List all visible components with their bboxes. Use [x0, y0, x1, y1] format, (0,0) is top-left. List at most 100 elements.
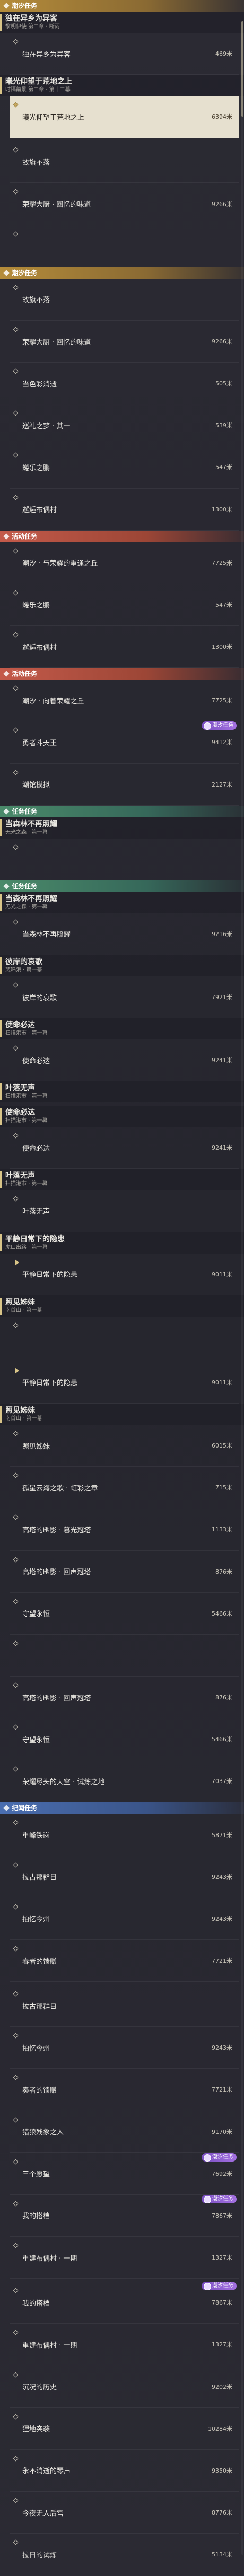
step-label: 奏者的馈赠 [22, 2086, 57, 2095]
quest-step-row[interactable] [10, 225, 239, 267]
quest-step-row[interactable]: 使命必达 9241米 [10, 1039, 239, 1082]
quest-step-row[interactable]: 三个愿望 潮汐任务 7692米 [10, 2152, 239, 2195]
quest-step-row[interactable]: 蜷乐之鹏 547米 [10, 446, 239, 489]
quest-step-row[interactable]: 曦光仰望于荒地之上 6394米 [10, 96, 239, 138]
quest-step-row[interactable]: 潮馆模拟 2127米 [10, 764, 239, 806]
quest-step-row[interactable]: 守望永恒 5466米 [10, 1593, 239, 1635]
quest-step-row[interactable]: 拍忆今州 9243米 [10, 2027, 239, 2069]
quest-step-row[interactable]: 照见姊妹 6015米 [10, 1425, 239, 1467]
quest-header[interactable]: 叶落无声 扫描港市 · 第一幕 [0, 1081, 244, 1103]
quest-header[interactable]: 曦光仰望于荒地之上 时隔前景 第二章 · 第十二幕 [0, 75, 244, 96]
step-label: 潮馆模拟 [22, 781, 50, 790]
step-label: 三个愿望 [22, 2171, 50, 2179]
step-diamond-icon [13, 1766, 19, 1772]
quest-step-row[interactable]: 平静日常下的隐患 9011米 [10, 1254, 239, 1295]
quest-step-row[interactable]: 彼岸的哀歌 7921米 [10, 976, 239, 1019]
quest-step-row[interactable]: 拍忆今州 9243米 [10, 1898, 239, 1940]
step-label: 重建布偶村 · 一期 [22, 2341, 77, 2350]
quest-step-row[interactable]: 今夜无人后宫 8776米 [10, 2492, 239, 2534]
quest-step-row[interactable]: 独在异乡为异客 469米 [10, 33, 239, 75]
step-diamond-icon [13, 2456, 19, 2462]
quest-step-row[interactable]: 勇者斗天王 潮汐任务 9412米 [10, 721, 239, 764]
quest-step-row[interactable] [10, 839, 239, 880]
quest-header[interactable]: 当森林不再照耀 无光之森 · 第一幕 [0, 817, 244, 839]
step-distance: 9243米 [212, 1873, 232, 1881]
quest-header[interactable]: 使命必达 扫描港市 · 第一幕 [0, 1018, 244, 1040]
quest-header[interactable]: 照见姊妹 南首山 · 第一幕 [0, 1404, 244, 1425]
quest-step-row[interactable]: 守望永恒 5466米 [10, 1718, 239, 1761]
quest-step-row[interactable]: 当色彩消逝 505米 [10, 363, 239, 405]
step-label: 孤星云海之歌 · 虹彩之章 [22, 1484, 98, 1493]
quest-step-row[interactable]: 永不消逝的琴声 9350米 [10, 2450, 239, 2492]
step-diamond-icon [13, 1599, 19, 1604]
quest-step-row[interactable]: 蜷乐之鹏 547米 [10, 584, 239, 627]
quest-step-row[interactable]: 当森林不再照耀 9216米 [10, 913, 239, 955]
quest-step-row[interactable]: 拉古那群日 9243米 [10, 1856, 239, 1898]
step-distance: 5871米 [212, 1831, 232, 1839]
quest-step-row[interactable]: 狸地突袭 10284米 [10, 2408, 239, 2450]
quest-step-row[interactable]: 孤星云海之歌 · 虹彩之章 715米 [10, 1467, 239, 1509]
quest-header[interactable]: 独在异乡为异客 黎明伊使 第二章 · 断雨 [0, 12, 244, 33]
quest-step-row[interactable]: 潮汐 · 向着荣耀之丘 7725米 [10, 680, 239, 722]
quest-step-row[interactable]: 邂逅布偶村 1300米 [10, 489, 239, 531]
quest-step-row[interactable]: 沉况的历史 9202米 [10, 2366, 239, 2408]
step-distance: 876米 [215, 1694, 232, 1701]
quest-step-row[interactable]: 故旗不落 [10, 141, 239, 183]
quest-header[interactable]: 彼岸的哀歌 悲鸣港 · 第一幕 [0, 955, 244, 976]
quest-step-row[interactable]: 叶落无声 [10, 1190, 239, 1232]
step-distance: 1133米 [212, 1526, 232, 1533]
quest-step-row[interactable]: 春者的馈赠 7721米 [10, 1940, 239, 1982]
section-header[interactable]: 活动任务 [0, 530, 244, 542]
quest-header[interactable]: 使命必达 扫描港市 · 第一幕 [0, 1106, 244, 1127]
quest-marker [0, 819, 2, 836]
quest-step-row[interactable] [10, 1635, 239, 1677]
quest-header[interactable]: 平静日常下的隐患 虎口出路 · 第一幕 [0, 1232, 244, 1254]
section-header[interactable]: 潮汐任务 [0, 267, 244, 279]
step-diamond-icon [13, 2243, 19, 2248]
quest-step-row[interactable]: 故旗不落 [10, 279, 239, 321]
step-distance: 7867米 [212, 2299, 232, 2307]
step-distance: 9266米 [212, 200, 232, 208]
section-diamond-icon [3, 270, 10, 276]
quest-header[interactable]: 当森林不再照耀 无光之森 · 第一幕 [0, 892, 244, 913]
quest-step-row[interactable]: 邂逅布偶村 1300米 [10, 626, 239, 668]
quest-step-row[interactable]: 平静日常下的隐患 9011米 [10, 1362, 239, 1404]
step-distance: 1327米 [212, 2341, 232, 2349]
step-diamond-icon [13, 844, 19, 850]
quest-step-row[interactable]: 重建布偶村 · 一期 1327米 [10, 2237, 239, 2279]
section-header[interactable]: 纪闻任务 [0, 1802, 244, 1814]
quest-marker [0, 1171, 2, 1188]
step-diamond-icon [13, 495, 19, 500]
step-label: 重建布偶村 · 一期 [22, 2254, 77, 2263]
step-diamond-icon [13, 2414, 19, 2420]
quest-step-row[interactable]: 拉古那群日 [10, 1985, 239, 2027]
quest-step-row[interactable]: 巡礼之梦 · 其一 539米 [10, 404, 239, 447]
quest-step-row[interactable]: 高塔的幽影 · 回声冠塔 876米 [10, 1677, 239, 1719]
quest-header[interactable]: 叶落无声 扫描港市 · 第一幕 [0, 1169, 244, 1190]
quest-step-row[interactable]: 拉日的试炼 5134米 [10, 2534, 239, 2576]
quest-step-row[interactable]: 奏者的馈赠 7721米 [10, 2069, 239, 2111]
quest-marker [0, 1083, 2, 1101]
quest-step-row[interactable]: 使命必达 9241米 [10, 1127, 239, 1169]
quest-step-row[interactable]: 重峰铁岗 5871米 [10, 1814, 239, 1856]
quest-step-row[interactable]: 猎狼残象之人 9170米 [10, 2111, 239, 2153]
quest-step-row[interactable]: 高塔的幽影 · 暮光冠塔 1133米 [10, 1508, 239, 1551]
quest-step-row[interactable] [10, 1317, 239, 1358]
quest-step-row[interactable]: 荣耀大厨 · 回忆的味道 9266米 [10, 183, 239, 225]
quest-step-row[interactable]: 重建布偶村 · 一期 1327米 [10, 2324, 239, 2366]
quest-step-row[interactable]: 我的搭档 潮汐任务 7867米 [10, 2282, 239, 2324]
tidal-badge: 潮汐任务 [202, 2152, 237, 2162]
scrollbar-track[interactable] [241, 21, 243, 2555]
quest-step-row[interactable]: 我的搭档 潮汐任务 7867米 [10, 2194, 239, 2237]
quest-step-row[interactable]: 荣耀尽头的天空 · 试炼之地 7037米 [10, 1760, 239, 1803]
quest-step-row[interactable]: 高塔的幽影 · 回声冠塔 876米 [10, 1551, 239, 1593]
quest-step-row[interactable]: 荣耀大厨 · 回忆的味道 9266米 [10, 321, 239, 363]
quest-step-row[interactable]: 潮汐 · 与荣耀的重逢之丘 7725米 [10, 542, 239, 584]
section-header[interactable]: 潮汐任务 [0, 0, 244, 12]
section-header[interactable]: 任务任务 [0, 880, 244, 892]
section-header[interactable]: 活动任务 [0, 668, 244, 680]
quest-header[interactable]: 照见姊妹 南首山 · 第一幕 [0, 1295, 244, 1317]
quest-title: 照见姊妹 [5, 1298, 35, 1307]
scrollbar-thumb[interactable] [241, 21, 243, 117]
section-header[interactable]: 任务任务 [0, 805, 244, 817]
